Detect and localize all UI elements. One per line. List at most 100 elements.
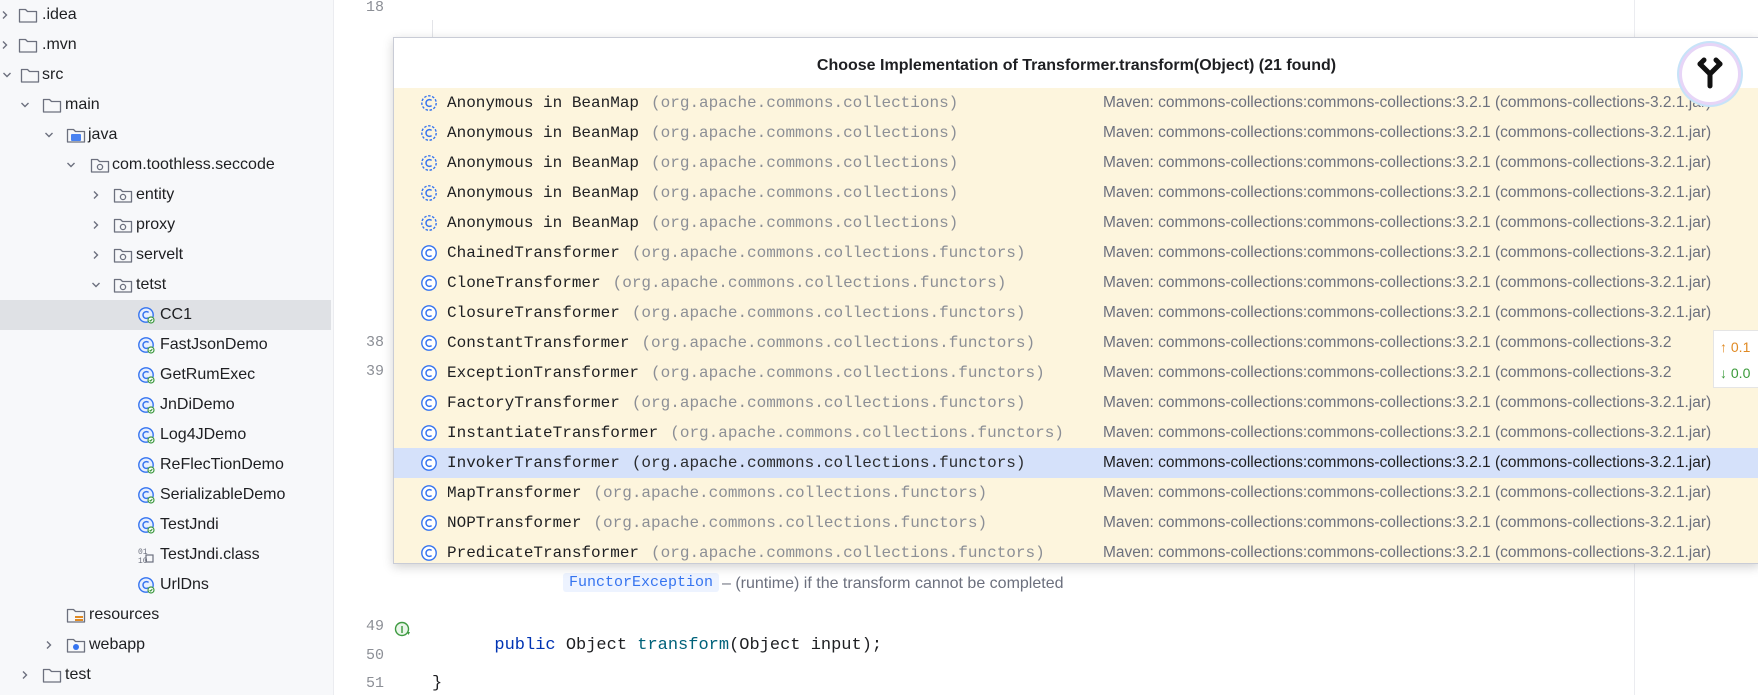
tree-item-label: main — [65, 96, 100, 113]
tree-item-urldns[interactable]: UrlDns — [0, 570, 333, 600]
tree-item-testjndi-class[interactable]: 01 10 TestJndi.class — [0, 540, 333, 570]
tree-item-src[interactable]: src — [0, 60, 333, 90]
implementation-item[interactable]: Anonymous in BeanMap (org.apache.commons.… — [394, 88, 1758, 118]
chevron-down-icon[interactable] — [91, 280, 100, 289]
tree-item-main[interactable]: main — [0, 90, 333, 120]
anonymous-class-icon — [420, 124, 438, 142]
tree-item-label: TestJndi — [160, 516, 219, 533]
tree-item--mvn[interactable]: .mvn — [0, 30, 333, 60]
implementation-class-name: ExceptionTransformer — [447, 364, 640, 382]
tree-item-log4jdemo[interactable]: Log4JDemo — [0, 420, 333, 450]
chevron-right-icon[interactable] — [20, 670, 29, 679]
method-name[interactable]: transform — [637, 636, 729, 655]
chevron-right-icon[interactable] — [44, 640, 53, 649]
implementation-package: (org.apache.commons.collections.functors… — [593, 484, 988, 502]
implementation-name: Anonymous in BeanMap (org.apache.commons.… — [447, 214, 958, 232]
source-folder-icon — [66, 126, 86, 144]
chevron-down-icon[interactable] — [20, 100, 29, 109]
implementation-location: Maven: commons-collections:commons-colle… — [1103, 364, 1672, 381]
implementation-class-name: ConstantTransformer — [447, 334, 630, 352]
tree-item-com-toothless-seccode[interactable]: com.toothless.seccode — [0, 150, 333, 180]
folder-icon — [18, 36, 38, 54]
implementation-item[interactable]: NOPTransformer (org.apache.commons.collec… — [394, 508, 1758, 538]
java-class-icon — [137, 426, 155, 444]
tree-item-reflectiondemo[interactable]: ReFlecTionDemo — [0, 450, 333, 480]
java-class-icon — [137, 396, 155, 414]
tree-item-label: proxy — [136, 216, 176, 233]
implementation-item[interactable]: Anonymous in BeanMap (org.apache.commons.… — [394, 178, 1758, 208]
tree-item-tetst[interactable]: tetst — [0, 270, 333, 300]
implementation-location: Maven: commons-collections:commons-colle… — [1103, 244, 1712, 261]
implementation-item[interactable]: Anonymous in BeanMap (org.apache.commons.… — [394, 208, 1758, 238]
tree-item-resources[interactable]: resources — [0, 600, 333, 630]
chevron-down-icon[interactable] — [2, 70, 11, 79]
implementation-class-name: Anonymous in BeanMap — [447, 214, 640, 232]
tree-item-cc1[interactable]: CC1 — [0, 300, 331, 330]
implementation-class-name: InstantiateTransformer — [447, 424, 659, 442]
class-icon — [420, 274, 438, 292]
implementation-class-name: Anonymous in BeanMap — [447, 184, 640, 202]
doc-exception-tag[interactable]: FunctorException — [563, 573, 720, 592]
implementation-item[interactable]: ChainedTransformer (org.apache.commons.co… — [394, 238, 1758, 268]
tree-item--idea[interactable]: .idea — [0, 0, 333, 30]
tree-item-entity[interactable]: entity — [0, 180, 333, 210]
choose-implementation-popup[interactable]: Choose Implementation of Transformer.tra… — [393, 37, 1758, 564]
tree-item-label: test — [65, 666, 91, 683]
chevron-down-icon[interactable] — [66, 160, 75, 169]
has-implementations-icon[interactable]: I — [394, 620, 412, 638]
tree-item-label: com.toothless.seccode — [112, 156, 275, 173]
java-class-icon — [137, 456, 155, 474]
chevron-down-icon[interactable] — [44, 130, 53, 139]
implementation-item[interactable]: FactoryTransformer (org.apache.commons.co… — [394, 388, 1758, 418]
tree-item-label: GetRumExec — [160, 366, 256, 383]
implementation-location: Maven: commons-collections:commons-colle… — [1103, 394, 1712, 411]
implementation-item[interactable]: ConstantTransformer (org.apache.commons.c… — [394, 328, 1758, 358]
ai-assistant-icon[interactable] — [1682, 46, 1738, 102]
tree-item-getrumexec[interactable]: GetRumExec — [0, 360, 333, 390]
tree-item-java[interactable]: java — [0, 120, 333, 150]
chevron-right-icon[interactable] — [0, 10, 9, 19]
tree-item-fastjsondemo[interactable]: FastJsonDemo — [0, 330, 333, 360]
implementation-name: CloneTransformer (org.apache.commons.coll… — [447, 274, 1006, 292]
tree-item-webapp[interactable]: webapp — [0, 630, 333, 660]
tree-item-jndidemo[interactable]: JnDiDemo — [0, 390, 333, 420]
chevron-right-icon[interactable] — [91, 220, 100, 229]
implementation-name: NOPTransformer (org.apache.commons.collec… — [447, 514, 987, 532]
implementation-name: InstantiateTransformer (org.apache.common… — [447, 424, 1064, 442]
implementation-name: Anonymous in BeanMap (org.apache.commons.… — [447, 154, 958, 172]
implementation-location: Maven: commons-collections:commons-colle… — [1103, 424, 1712, 441]
tree-item-servelt[interactable]: servelt — [0, 240, 333, 270]
implementation-class-name: Anonymous in BeanMap — [447, 154, 640, 172]
implementation-location: Maven: commons-collections:commons-colle… — [1103, 304, 1712, 321]
implementation-item[interactable]: InvokerTransformer (org.apache.commons.co… — [394, 448, 1758, 478]
implementation-item[interactable]: InstantiateTransformer (org.apache.common… — [394, 418, 1758, 448]
doc-exception-text: – (runtime) if the transform cannot be c… — [722, 575, 1064, 592]
implementation-item[interactable]: PredicateTransformer (org.apache.commons.… — [394, 538, 1758, 563]
implementation-item[interactable]: ExceptionTransformer (org.apache.commons.… — [394, 358, 1758, 388]
tree-item-serializabledemo[interactable]: SerializableDemo — [0, 480, 333, 510]
tree-item-test[interactable]: test — [0, 660, 333, 690]
folder-icon — [42, 666, 62, 684]
implementation-item[interactable]: Anonymous in BeanMap (org.apache.commons.… — [394, 148, 1758, 178]
implementation-package: (org.apache.commons.collections) — [651, 94, 959, 112]
tree-item-testjndi[interactable]: TestJndi — [0, 510, 333, 540]
chevron-right-icon[interactable] — [91, 250, 100, 259]
implementation-package: (org.apache.commons.collections.functors… — [612, 274, 1007, 292]
implementation-item[interactable]: Anonymous in BeanMap (org.apache.commons.… — [394, 118, 1758, 148]
line-number: 50 — [365, 647, 384, 664]
chevron-right-icon[interactable] — [0, 40, 9, 49]
implementation-location: Maven: commons-collections:commons-colle… — [1103, 94, 1712, 111]
implementation-package: (org.apache.commons.collections) — [651, 154, 959, 172]
java-class-icon — [137, 576, 155, 594]
implementation-item[interactable]: CloneTransformer (org.apache.commons.coll… — [394, 268, 1758, 298]
implementation-item[interactable]: MapTransformer (org.apache.commons.collec… — [394, 478, 1758, 508]
tree-item-label: tetst — [136, 276, 167, 293]
code-line-49[interactable]: public Object transform(Object input); — [474, 617, 882, 655]
tree-item-proxy[interactable]: proxy — [0, 210, 333, 240]
class-icon — [420, 544, 438, 562]
chevron-right-icon[interactable] — [91, 190, 100, 199]
inspection-stats[interactable]: ↑ 0.1 ↓ 0.0 — [1713, 330, 1758, 388]
resources-folder-icon — [66, 606, 86, 624]
project-tree: .idea .mvn src main java com.toothless.seccod… — [0, 0, 334, 695]
implementation-item[interactable]: ClosureTransformer (org.apache.commons.co… — [394, 298, 1758, 328]
